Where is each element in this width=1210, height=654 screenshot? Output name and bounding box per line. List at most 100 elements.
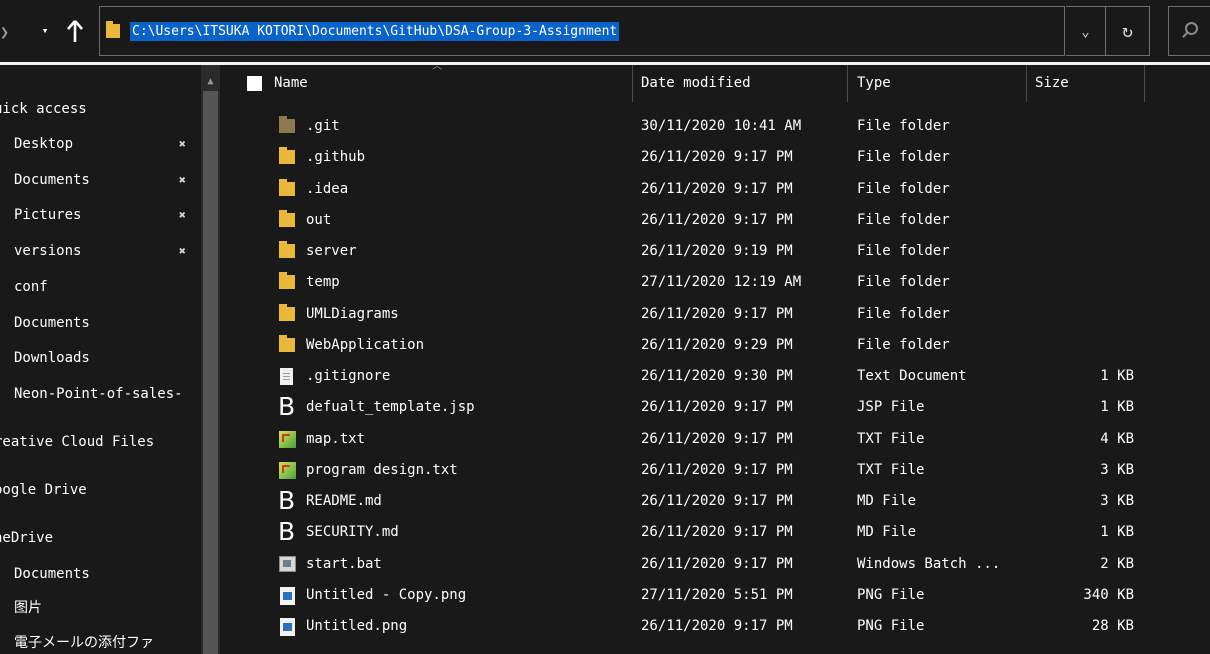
nav-item[interactable]: reative Cloud Files: [0, 430, 154, 454]
nav-item[interactable]: neDrive: [0, 526, 53, 550]
nav-item-label: Downloads: [14, 350, 90, 366]
nav-item[interactable]: Pictures: [14, 203, 81, 227]
file-name: .github: [306, 149, 366, 166]
file-row[interactable]: map.txt 26/11/2020 9:17 PM TXT File 4 KB: [220, 424, 1210, 455]
nav-item[interactable]: Documents: [14, 562, 90, 586]
file-type: PNG File: [857, 618, 925, 634]
file-row[interactable]: B README.md 26/11/2020 9:17 PM MD File 3 KB: [220, 486, 1210, 517]
file-type: Text Document: [857, 368, 967, 384]
file-date-modified: 26/11/2020 9:17 PM: [641, 305, 793, 322]
txt-file-icon: [279, 461, 296, 479]
file-row[interactable]: out 26/11/2020 9:17 PM File folder: [220, 205, 1210, 236]
file-date-modified: 27/11/2020 12:19 AM: [641, 274, 802, 291]
up-arrow-button[interactable]: [64, 17, 86, 45]
file-name: map.txt: [306, 430, 366, 447]
refresh-button[interactable]: ↻: [1106, 6, 1150, 56]
file-name: .gitignore: [306, 368, 391, 384]
column-header-date[interactable]: Date modified: [641, 65, 751, 102]
file-row[interactable]: .git 30/11/2020 10:41 AM File folder: [220, 111, 1210, 142]
back-arrow-icon[interactable]: ❯: [0, 22, 14, 42]
select-all-checkbox[interactable]: [247, 76, 262, 91]
folder-icon: [279, 272, 295, 290]
file-row[interactable]: .gitignore 26/11/2020 9:30 PM Text Documen…: [220, 361, 1210, 392]
file-row[interactable]: Bdefualt_template.jsp 26/11/2020 9:17 PM J…: [220, 392, 1210, 423]
file-type: File folder: [857, 149, 950, 166]
file-date-modified: 26/11/2020 9:17 PM: [641, 524, 793, 541]
nav-item[interactable]: conf: [14, 275, 48, 299]
file-size: [1030, 142, 1134, 173]
search-box[interactable]: [1168, 6, 1210, 56]
file-date-modified: 26/11/2020 9:17 PM: [641, 555, 793, 572]
file-row[interactable]: server 26/11/2020 9:19 PM File folder: [220, 236, 1210, 267]
file-type: JSP File: [857, 399, 925, 416]
file-row[interactable]: UMLDiagrams 26/11/2020 9:17 PM File folder: [220, 299, 1210, 330]
b-file-icon: B: [278, 392, 296, 422]
file-name: temp: [306, 274, 340, 291]
file-size: [1030, 236, 1134, 267]
nav-item[interactable]: Documents: [14, 311, 90, 335]
folder-icon: [279, 147, 295, 165]
nav-item-label: Documents: [14, 566, 90, 582]
sort-ascending-icon: ︿: [432, 61, 442, 72]
file-row[interactable]: Untitled - Copy.png 27/11/2020 5:51 PM PNG…: [220, 580, 1210, 611]
pin-icon[interactable]: ✚: [169, 202, 196, 229]
file-type: File folder: [857, 336, 950, 353]
file-size: 2 KB: [1100, 555, 1134, 572]
nav-item[interactable]: 图片: [14, 596, 42, 620]
navigation-pane: uick access Desktop ✚ Documents ✚ Pictures ✚ ve…: [0, 65, 201, 654]
nav-item-label: Documents: [14, 172, 90, 188]
file-row[interactable]: temp 27/11/2020 12:19 AM File folder: [220, 267, 1210, 298]
nav-item-label: uick access: [0, 101, 87, 117]
folder-icon: [279, 209, 295, 227]
file-row[interactable]: program design.txt 26/11/2020 9:17 PM TXT …: [220, 455, 1210, 486]
file-name: .idea: [306, 180, 349, 197]
file-size: 4 KB: [1100, 430, 1134, 447]
nav-item[interactable]: oogle Drive: [0, 478, 87, 502]
nav-item[interactable]: Downloads: [14, 346, 90, 370]
address-path[interactable]: C:\Users\ITSUKA KOTORI\Documents\GitHub\…: [130, 22, 620, 41]
address-history-dropdown[interactable]: ⌄: [1066, 6, 1106, 56]
nav-item[interactable]: Documents: [14, 168, 90, 192]
column-header-row: ︿ Name Date modified Type Size: [220, 61, 1210, 102]
nav-item[interactable]: Desktop: [14, 132, 73, 156]
column-header-type[interactable]: Type: [857, 65, 891, 102]
txt-file-icon: [279, 430, 296, 448]
file-row[interactable]: .github 26/11/2020 9:17 PM File folder: [220, 142, 1210, 173]
pin-icon[interactable]: ✚: [169, 131, 196, 158]
file-name: WebApplication: [306, 336, 425, 353]
scrollbar-thumb[interactable]: [203, 91, 218, 654]
pin-icon[interactable]: ✚: [169, 238, 196, 265]
file-row[interactable]: WebApplication 26/11/2020 9:29 PM File fol…: [220, 330, 1210, 361]
file-size: 28 KB: [1091, 618, 1134, 634]
column-header-name[interactable]: Name: [274, 65, 308, 102]
file-size: 1 KB: [1100, 368, 1134, 384]
pin-icon[interactable]: ✚: [169, 167, 196, 194]
nav-item[interactable]: Neon-Point-of-sales-: [14, 382, 183, 406]
file-type: MD File: [857, 524, 917, 541]
column-divider[interactable]: [1144, 65, 1145, 102]
nav-item[interactable]: uick access: [0, 97, 87, 121]
file-type: File folder: [857, 180, 950, 197]
recent-locations-chevron-icon[interactable]: ▾: [37, 20, 53, 42]
file-row[interactable]: Untitled.png 26/11/2020 9:17 PM PNG File 28…: [220, 611, 1210, 642]
file-name: .git: [306, 118, 340, 134]
file-name: out: [306, 211, 332, 228]
file-date-modified: 26/11/2020 9:30 PM: [641, 368, 793, 384]
column-divider[interactable]: [847, 65, 848, 102]
nav-item[interactable]: versions: [14, 239, 81, 263]
navigation-scrollbar[interactable]: ▲: [201, 65, 220, 654]
folder-icon: [279, 334, 295, 352]
file-row[interactable]: .idea 26/11/2020 9:17 PM File folder: [220, 174, 1210, 205]
column-header-size[interactable]: Size: [1035, 65, 1069, 102]
nav-item[interactable]: 電子メールの添付ファ: [14, 631, 154, 654]
file-name: Untitled - Copy.png: [306, 586, 467, 603]
column-divider[interactable]: [1026, 65, 1027, 102]
file-size: [1030, 111, 1134, 142]
file-row[interactable]: start.bat 26/11/2020 9:17 PM Windows Batch…: [220, 549, 1210, 580]
column-divider[interactable]: [632, 65, 633, 102]
file-name: UMLDiagrams: [306, 305, 399, 322]
address-bar[interactable]: C:\Users\ITSUKA KOTORI\Documents\GitHub\…: [99, 6, 1065, 56]
file-row[interactable]: B SECURITY.md 26/11/2020 9:17 PM MD File 1 K…: [220, 517, 1210, 548]
scroll-up-icon[interactable]: ▲: [201, 73, 220, 91]
file-name: program design.txt: [306, 461, 458, 478]
